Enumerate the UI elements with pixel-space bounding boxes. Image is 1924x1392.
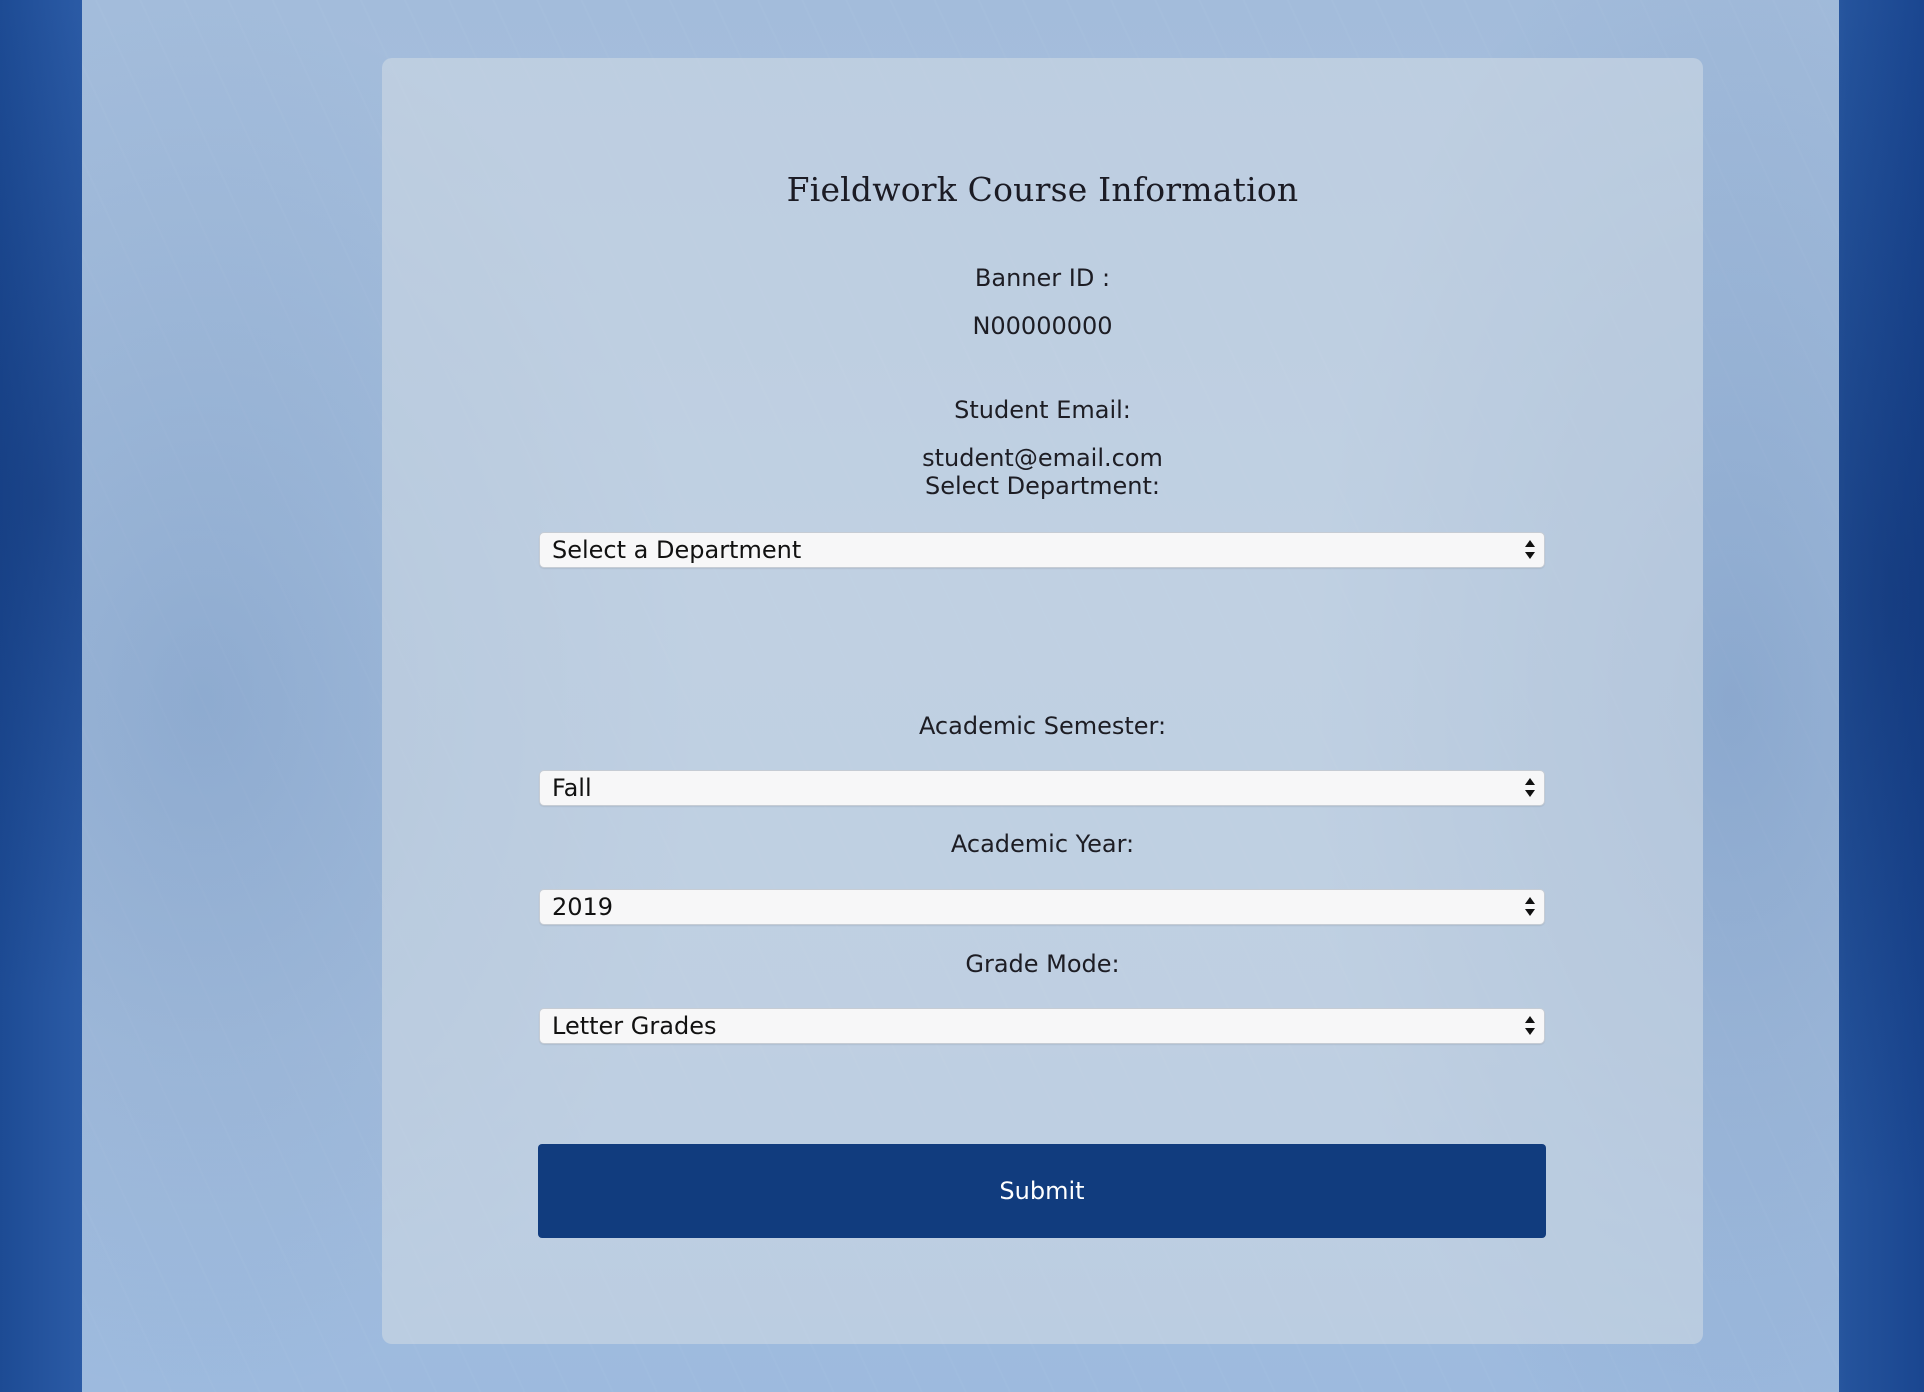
department-select[interactable]: Select a Department	[539, 532, 1545, 568]
student-email-value: student@email.com	[922, 444, 1163, 472]
semester-select-value: Fall	[552, 774, 592, 802]
up-down-arrows-icon	[1524, 1014, 1536, 1038]
student-email-label: Student Email:	[954, 396, 1131, 424]
grade-mode-select-value: Letter Grades	[552, 1012, 717, 1040]
banner-id-value: N00000000	[972, 312, 1113, 340]
semester-label: Academic Semester:	[918, 712, 1167, 740]
semester-select[interactable]: Fall	[539, 770, 1545, 806]
submit-button[interactable]: Submit	[538, 1144, 1546, 1238]
year-select-value: 2019	[552, 893, 614, 921]
department-select-value: Select a Department	[552, 536, 802, 564]
department-label: Select Department:	[925, 472, 1160, 500]
year-label: Academic Year:	[950, 830, 1135, 858]
up-down-arrows-icon	[1524, 776, 1536, 800]
grade-mode-select[interactable]: Letter Grades	[539, 1008, 1545, 1044]
banner-id-label: Banner ID :	[974, 264, 1111, 292]
up-down-arrows-icon	[1524, 538, 1536, 562]
content-column: Fieldwork Course Information Banner ID :…	[82, 0, 1839, 1392]
page-title: Fieldwork Course Information	[786, 170, 1299, 209]
year-select[interactable]: 2019	[539, 889, 1545, 925]
up-down-arrows-icon	[1524, 895, 1536, 919]
fieldwork-form-card: Fieldwork Course Information Banner ID :…	[382, 58, 1703, 1344]
grade-mode-label: Grade Mode:	[965, 950, 1120, 978]
